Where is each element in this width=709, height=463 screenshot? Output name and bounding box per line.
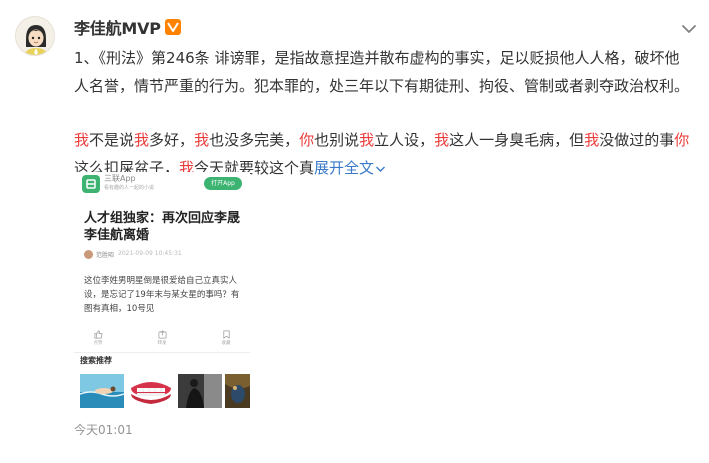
article-title: 人才组独家：再次回应李晟李佳航离婚 bbox=[84, 211, 241, 243]
app-banner: 三联App 看有趣的人一起的小说 打开App bbox=[74, 172, 250, 196]
highlighted-word: 我 bbox=[359, 131, 375, 149]
article-body: 这位李姓男明星倒是很爱给自己立真实人设，是忘记了19年末与某女星的事吗？有图有真… bbox=[84, 276, 240, 314]
text-segment: 多好， bbox=[149, 131, 195, 149]
thumbnail-image[interactable] bbox=[80, 374, 124, 408]
article-action-bar: 点赞 转发 收藏 bbox=[74, 327, 250, 353]
share-action[interactable]: 转发 bbox=[150, 330, 174, 346]
chevron-down-icon[interactable] bbox=[680, 22, 698, 36]
thumbnail-image[interactable] bbox=[225, 374, 250, 408]
share-label: 转发 bbox=[157, 341, 167, 346]
thumbnail-image[interactable] bbox=[178, 374, 222, 408]
open-app-button[interactable]: 打开App bbox=[204, 177, 242, 190]
bookmark-icon bbox=[222, 330, 230, 339]
chevron-down-icon bbox=[376, 166, 386, 172]
verified-badge-icon bbox=[164, 19, 181, 35]
highlighted-word: 我 bbox=[584, 131, 600, 149]
text-segment: 立人设， bbox=[374, 131, 435, 149]
text-segment: 也别说 bbox=[314, 131, 360, 149]
highlighted-word: 我 bbox=[74, 131, 90, 149]
like-label: 点赞 bbox=[93, 341, 103, 346]
text-segment: 这人一身臭毛病，但 bbox=[449, 131, 585, 149]
article-time: 2021-09-09 10:45:31 bbox=[118, 250, 182, 257]
highlighted-word: 你 bbox=[299, 131, 315, 149]
app-name: 三联App bbox=[104, 174, 136, 183]
post-timestamp: 今天01:01 bbox=[74, 423, 133, 437]
highlighted-word: 你 bbox=[674, 131, 690, 149]
post-paragraph-1: 1、《刑法》第246条 诽谤罪，是指故意捏造并散布虚构的事实，足以贬损他人人格，… bbox=[74, 49, 690, 95]
text-segment: 没做过的事 bbox=[599, 131, 675, 149]
search-recommend-label: 搜索推荐 bbox=[80, 356, 112, 365]
like-action[interactable]: 点赞 bbox=[86, 330, 110, 346]
bookmark-action[interactable]: 收藏 bbox=[214, 330, 238, 346]
highlighted-word: 我 bbox=[434, 131, 450, 149]
share-icon bbox=[158, 330, 166, 339]
app-subtitle: 看有趣的人一起的小说 bbox=[104, 185, 155, 191]
thumb-up-icon bbox=[94, 330, 103, 339]
thumbnail-image[interactable] bbox=[127, 374, 175, 408]
app-logo-icon bbox=[82, 175, 100, 193]
author-avatar bbox=[84, 250, 93, 259]
post-text: 1、《刑法》第246条 诽谤罪，是指故意捏造并散布虚构的事实，足以贬损他人人格，… bbox=[74, 44, 694, 182]
text-segment: 不是说 bbox=[89, 131, 135, 149]
embedded-screenshot[interactable]: 三联App 看有趣的人一起的小说 打开App 人才组独家：再次回应李晟李佳航离婚… bbox=[74, 172, 250, 410]
username-row: 李佳航MVP bbox=[74, 15, 181, 39]
highlighted-word: 我 bbox=[194, 131, 210, 149]
expand-full-text-link[interactable]: 展开全文 bbox=[314, 159, 386, 177]
highlighted-word: 我 bbox=[134, 131, 150, 149]
bookmark-label: 收藏 bbox=[221, 341, 231, 346]
user-avatar[interactable] bbox=[15, 16, 55, 56]
article-author: 范胜昭 bbox=[96, 252, 115, 259]
text-segment: 也没多完美， bbox=[209, 131, 300, 149]
username[interactable]: 李佳航MVP bbox=[74, 15, 161, 39]
